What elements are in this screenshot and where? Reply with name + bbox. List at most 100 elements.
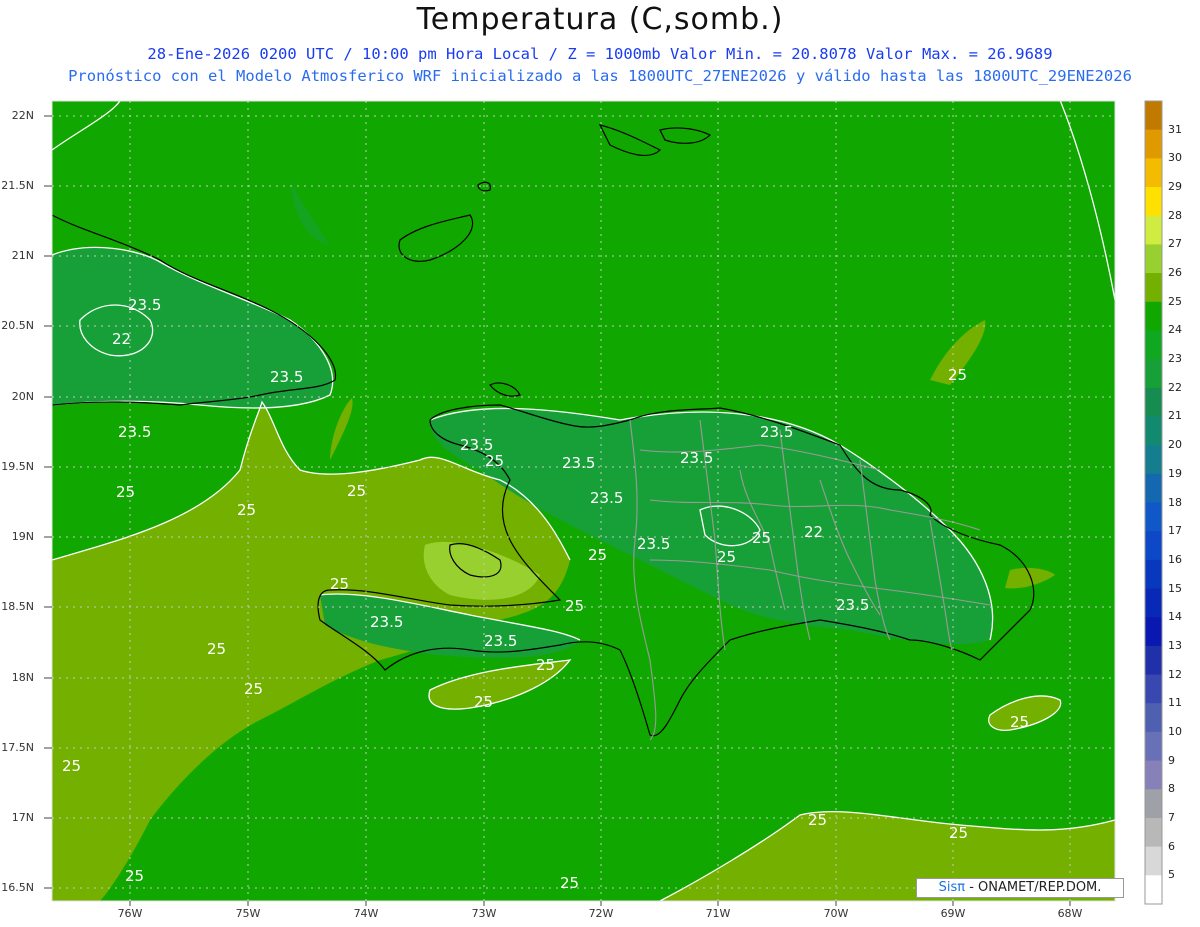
color-scale-label: 5: [1168, 868, 1175, 882]
color-scale-label: 23: [1168, 352, 1182, 366]
color-scale-label: 9: [1168, 753, 1175, 767]
contour-label: 23.5: [680, 449, 713, 467]
lon-label: 68W: [1057, 907, 1083, 920]
color-scale-swatch: [1145, 559, 1162, 590]
color-scale-label: 7: [1168, 810, 1175, 824]
contour-label: 23.5: [590, 489, 623, 507]
color-scale-swatch: [1145, 330, 1162, 360]
color-scale-swatch: [1145, 387, 1162, 417]
color-scale-swatch: [1145, 817, 1162, 848]
contour-label: 25: [948, 366, 967, 384]
contour-label: 23.5: [484, 632, 517, 650]
color-scale-swatch: [1145, 674, 1162, 704]
color-scale-label: 12: [1168, 667, 1182, 681]
color-scale-swatch: [1145, 445, 1162, 475]
contour-label: 25: [808, 811, 827, 829]
lon-label: 74W: [353, 907, 379, 920]
color-scale-label: 25: [1168, 294, 1182, 308]
lat-label: 21N: [11, 249, 34, 262]
color-scale-label: 26: [1168, 266, 1182, 280]
color-scale-swatch: [1145, 416, 1162, 446]
color-scale-label: 27: [1168, 237, 1182, 251]
contour-label: 25: [207, 640, 226, 658]
contour-label: 25: [474, 693, 493, 711]
color-scale-swatch: [1145, 215, 1162, 245]
contour-label: 23.5: [270, 368, 303, 386]
contour-label: 25: [330, 575, 349, 593]
contour-label: 23.5: [562, 454, 595, 472]
color-scale-swatch: [1145, 158, 1162, 188]
color-scale-bar: [1144, 100, 1163, 905]
contour-label: 25: [717, 548, 736, 566]
lat-label: 20N: [11, 390, 34, 403]
color-scale-swatch: [1145, 359, 1162, 389]
color-scale-swatch: [1145, 760, 1162, 790]
color-scale-swatch: [1145, 531, 1162, 561]
contour-label: 25: [588, 546, 607, 564]
color-scale-label: 24: [1168, 323, 1182, 337]
credit-box: Sisπ - ONAMET/REP.DOM.: [916, 878, 1124, 898]
lat-label: 19.5N: [1, 460, 34, 473]
color-scale-swatch: [1145, 187, 1162, 217]
color-scale-label: 11: [1168, 696, 1182, 710]
color-scale-swatch: [1145, 301, 1162, 331]
lon-label: 76W: [117, 907, 143, 920]
contour-label: 23.5: [370, 613, 403, 631]
color-scale-label: 6: [1168, 839, 1175, 853]
color-scale-label: 18: [1168, 495, 1182, 509]
contour-label: 25: [560, 874, 579, 892]
color-scale-label: 14: [1168, 610, 1182, 624]
sispi-logo-text: Sisπ: [938, 880, 966, 895]
color-scale-swatch: [1145, 502, 1162, 532]
contour-label: 23.5: [128, 296, 161, 314]
contour-label: 23.5: [836, 596, 869, 614]
color-scale-label: 15: [1168, 581, 1182, 595]
lat-label: 21.5N: [1, 179, 34, 192]
color-scale-label: 30: [1168, 151, 1182, 165]
model-run-subtitle: Pronóstico con el Modelo Atmosferico WRF…: [68, 67, 1132, 85]
lat-label: 18N: [11, 671, 34, 684]
lat-label: 17N: [11, 811, 34, 824]
lat-label: 18.5N: [1, 600, 34, 613]
color-scale-swatch: [1145, 846, 1162, 876]
color-scale-label: 16: [1168, 552, 1182, 566]
contour-label: 25: [347, 482, 366, 500]
contour-label: 25: [125, 867, 144, 885]
contour-label: 23.5: [637, 535, 670, 553]
color-scale-swatch: [1145, 789, 1162, 819]
contour-label: 25: [565, 597, 584, 615]
color-scale-swatch: [1145, 101, 1162, 131]
contour-label: 25: [62, 757, 81, 775]
color-scale-label: 10: [1168, 724, 1182, 738]
color-scale-swatch: [1145, 875, 1162, 905]
color-scale-label: 29: [1168, 180, 1182, 194]
contour-label: 22: [112, 330, 131, 348]
lat-label: 17.5N: [1, 741, 34, 754]
lat-label: 19N: [11, 530, 34, 543]
color-scale-label: 31: [1168, 122, 1182, 136]
color-scale-label: 28: [1168, 208, 1182, 222]
color-scale-label: 17: [1168, 524, 1182, 538]
lat-label: 22N: [11, 109, 34, 122]
contour-label: 25: [949, 824, 968, 842]
weather-map: 23.5 22 23.5 23.5 25 25 23.5 25 23.5 23.…: [44, 99, 1163, 906]
lon-label: 75W: [235, 907, 261, 920]
lat-label: 20.5N: [1, 319, 34, 332]
lon-label: 71W: [705, 907, 731, 920]
lon-label: 73W: [471, 907, 497, 920]
color-scale-label: 13: [1168, 638, 1182, 652]
contour-label: 23.5: [760, 423, 793, 441]
color-scale-swatch: [1145, 129, 1162, 159]
color-scale-swatch: [1145, 645, 1162, 676]
contour-label: 25: [536, 656, 555, 674]
contour-label: 25: [1010, 713, 1029, 731]
valid-time-subtitle: 28-Ene-2026 0200 UTC / 10:00 pm Hora Loc…: [147, 45, 1053, 63]
color-scale-swatch: [1145, 273, 1162, 303]
lon-label: 70W: [823, 907, 849, 920]
contour-label: 25: [485, 452, 504, 470]
contour-label: 25: [244, 680, 263, 698]
lon-label: 72W: [588, 907, 614, 920]
contour-label: 22: [804, 523, 823, 541]
color-scale-swatch: [1145, 703, 1162, 733]
color-scale-swatch: [1145, 473, 1162, 503]
